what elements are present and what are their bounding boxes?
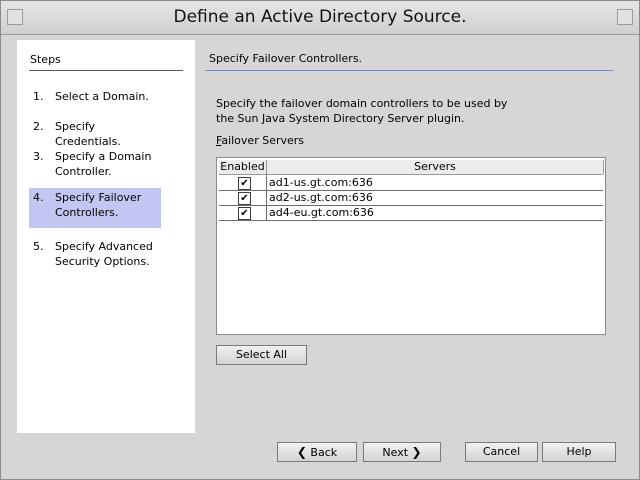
title-bar[interactable]: Define an Active Directory Source. (1, 1, 639, 35)
enabled-checkbox[interactable]: ✔ (238, 192, 251, 205)
next-button[interactable]: Next ❯ (363, 442, 441, 462)
back-button[interactable]: ❮ Back (277, 442, 357, 462)
select-all-button[interactable]: Select All (216, 345, 307, 365)
table-row[interactable]: ✔ ad2-us.gt.com:636 (219, 190, 603, 206)
step-label: Specify Failover Controllers. (55, 191, 142, 219)
column-header-enabled[interactable]: Enabled (219, 160, 267, 174)
enabled-cell: ✔ (219, 190, 267, 205)
step-number: 4. (33, 191, 44, 204)
step-item-2: 2. Specify Credentials. (29, 117, 161, 151)
column-header-servers[interactable]: Servers (267, 160, 604, 174)
table-row[interactable]: ✔ ad1-us.gt.com:636 (219, 175, 603, 191)
step-number: 3. (33, 150, 44, 163)
step-item-3: 3. Specify a Domain Controller. (29, 147, 161, 181)
wizard-window: Define an Active Directory Source. Steps… (0, 0, 640, 480)
step-item-1: 1. Select a Domain. (29, 87, 161, 106)
step-number: 2. (33, 120, 44, 133)
select-all-label: Select All (235, 348, 288, 361)
window-title: Define an Active Directory Source. (173, 7, 467, 27)
cancel-label: Cancel (482, 445, 521, 458)
step-number: 5. (33, 240, 44, 253)
title-divider (205, 70, 613, 71)
enabled-checkbox[interactable]: ✔ (238, 177, 251, 190)
step-label: Specify Credentials. (55, 120, 121, 148)
step-label: Select a Domain. (55, 90, 149, 103)
help-button[interactable]: Help (542, 442, 616, 462)
table-row[interactable]: ✔ ad4-eu.gt.com:636 (219, 205, 603, 221)
server-cell: ad1-us.gt.com:636 (269, 176, 373, 189)
enabled-checkbox[interactable]: ✔ (238, 207, 251, 220)
failover-servers-table[interactable]: Enabled Servers ✔ ad1-us.gt.com:636 ✔ ad… (216, 157, 606, 335)
back-label: Back (310, 446, 338, 459)
enabled-cell: ✔ (219, 205, 267, 220)
description-text: Specify the failover domain controllers … (216, 97, 508, 125)
steps-title: Steps (30, 53, 61, 66)
enabled-cell: ✔ (219, 175, 267, 190)
table-header: Enabled Servers (219, 160, 604, 175)
back-arrow-icon: ❮ (296, 445, 307, 459)
cancel-button[interactable]: Cancel (465, 442, 538, 462)
step-label: Specify Advanced Security Options. (55, 240, 153, 268)
step-number: 1. (33, 90, 44, 103)
page-title: Specify Failover Controllers. (209, 52, 363, 65)
step-item-4: 4. Specify Failover Controllers. (29, 188, 161, 228)
help-label: Help (566, 445, 592, 458)
step-item-5: 5. Specify Advanced Security Options. (29, 237, 161, 271)
server-cell: ad2-us.gt.com:636 (269, 191, 373, 204)
window-close-icon[interactable] (617, 9, 633, 25)
next-label: Next (382, 446, 409, 459)
step-label: Specify a Domain Controller. (55, 150, 152, 178)
steps-panel: Steps 1. Select a Domain. 2. Specify Cre… (17, 40, 195, 433)
next-arrow-icon: ❯ (411, 445, 422, 459)
server-cell: ad4-eu.gt.com:636 (269, 206, 374, 219)
failover-servers-label: Failover Servers (216, 134, 305, 147)
steps-divider (29, 70, 183, 71)
